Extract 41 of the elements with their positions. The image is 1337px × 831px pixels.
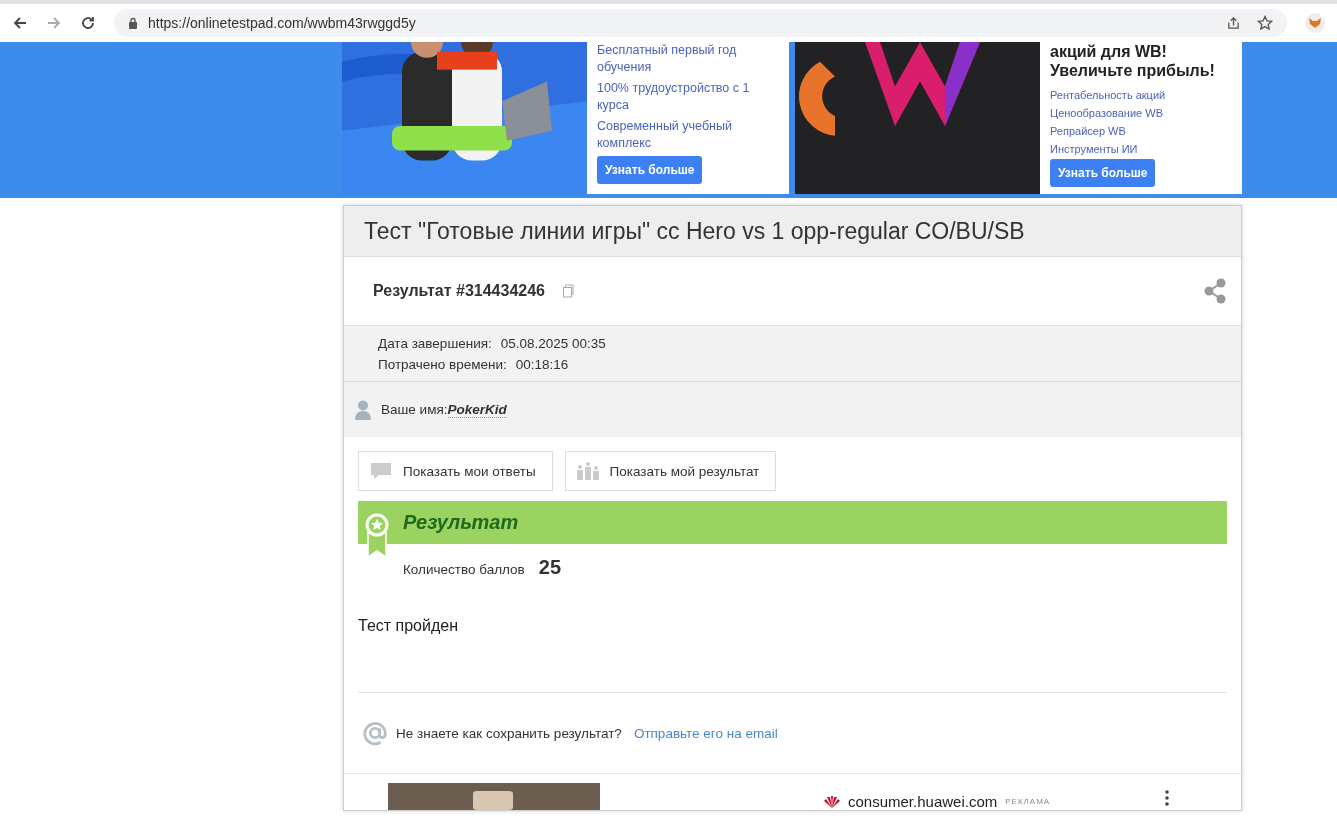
show-button[interactable]: Показать мой результат <box>564 451 777 491</box>
learn-more-button[interactable]: Узнать больше <box>597 156 703 184</box>
address-bar[interactable]: https://onlinetestpad.com/wwbm43rwggd5y <box>114 9 1287 37</box>
ad-link[interactable]: 100% трудоустройство с 1 курса <box>597 80 777 114</box>
more-icon[interactable] <box>1165 790 1169 806</box>
score-label: Количество баллов <box>403 562 525 577</box>
share-icon[interactable] <box>1203 278 1227 304</box>
show-button[interactable]: Показать мои ответы <box>358 451 553 491</box>
fox-icon[interactable] <box>1305 13 1325 33</box>
ad-link[interactable]: Современный учебный комплекс <box>597 118 777 152</box>
score-value: 25 <box>538 556 561 579</box>
speech-bubble-icon <box>369 462 393 480</box>
ad-domain[interactable]: consumer.huawei.com <box>848 793 998 810</box>
ad-tag: РЕКЛАМА <box>1005 797 1051 806</box>
result-number: Результат #314434246 <box>373 282 545 300</box>
detail-value: 00:18:16 <box>515 356 569 374</box>
ad-link[interactable]: Рентабельность акций <box>1050 87 1166 104</box>
podium-icon <box>575 462 600 480</box>
email-link[interactable]: Отправьте его на email <box>633 725 778 741</box>
test-status: Тест пройден <box>358 617 459 636</box>
star-icon[interactable] <box>1257 15 1273 31</box>
detail-label: Потрачено времени: <box>378 356 507 374</box>
ad-link[interactable]: Репрайсер WB <box>1050 123 1126 140</box>
lock-icon <box>128 17 138 29</box>
ad-link[interactable]: Инструменты ИИ <box>1050 141 1138 158</box>
at-icon <box>362 720 388 746</box>
user-icon <box>355 399 371 420</box>
ad-link[interactable]: Бесплатный первый год обучения <box>597 42 777 76</box>
back-icon[interactable] <box>12 15 28 31</box>
share-icon[interactable] <box>1226 15 1241 31</box>
ad-headline: акций для WB! Увеличьте прибыль! <box>1050 42 1216 80</box>
detail-label: Дата завершения: <box>378 335 492 353</box>
learn-more-button[interactable]: Узнать больше <box>1050 159 1156 187</box>
name-value: PokerKid <box>447 401 507 418</box>
test-title: Тест "Готовые линии игры" cc Hero vs 1 opp-regular CO/BU/SB <box>364 217 1025 245</box>
reload-icon[interactable] <box>80 15 96 31</box>
detail-value: 05.08.2025 00:35 <box>500 335 606 353</box>
save-prompt: Не знаете как сохранить результат? <box>396 725 622 741</box>
ad-link[interactable]: Ценообразование WB <box>1050 105 1163 122</box>
result-heading: Результат <box>403 511 519 534</box>
name-label: Ваше имя: <box>381 402 448 417</box>
